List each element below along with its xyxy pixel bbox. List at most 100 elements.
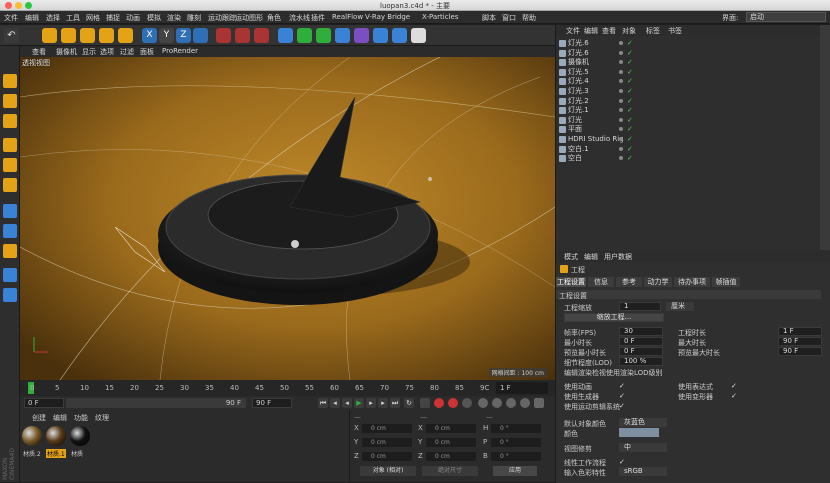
- object-name[interactable]: 灯光.6: [568, 39, 589, 48]
- viewport-menu-4[interactable]: 过滤: [120, 47, 134, 57]
- auto-key-button[interactable]: [448, 398, 458, 408]
- attr-tab-2[interactable]: 参考: [616, 277, 642, 287]
- viewport-menu-2[interactable]: 显示: [82, 47, 96, 57]
- solo-icon[interactable]: [3, 268, 17, 282]
- object-name[interactable]: 平面: [568, 125, 582, 134]
- visibility-dot[interactable]: [619, 98, 623, 103]
- attr-menu-0[interactable]: 模式: [564, 252, 578, 262]
- viewport-menu-1[interactable]: 摄像机: [56, 47, 77, 57]
- render-region-icon[interactable]: [216, 28, 231, 43]
- enabled-check[interactable]: ✓: [627, 155, 633, 162]
- object-name[interactable]: 灯光.5: [568, 68, 589, 77]
- menu-6[interactable]: 动画: [126, 13, 140, 23]
- attr-menu-1[interactable]: 编辑: [584, 252, 598, 262]
- rotate-tool-icon[interactable]: [99, 28, 114, 43]
- keyframe-select-icon[interactable]: [420, 398, 430, 408]
- menu-12[interactable]: 角色: [267, 13, 281, 23]
- field-value[interactable]: 30: [619, 327, 663, 336]
- project-scale-unit[interactable]: 厘米: [666, 302, 694, 311]
- color-swatch[interactable]: [619, 428, 659, 437]
- object-menu-4[interactable]: 标签: [646, 26, 660, 36]
- pos-z-field[interactable]: 0 cm: [362, 452, 412, 461]
- material-name[interactable]: 材质.2: [22, 449, 42, 458]
- attr-menu-2[interactable]: 用户数据: [604, 252, 632, 262]
- visibility-dot[interactable]: [619, 137, 623, 141]
- axis-lock-icon[interactable]: [3, 244, 17, 258]
- object-name[interactable]: 灯光: [568, 116, 582, 125]
- project-scale-field[interactable]: 1: [619, 302, 661, 311]
- object-menu-3[interactable]: 对象: [622, 26, 636, 36]
- attr-tab-3[interactable]: 动力学: [644, 277, 672, 287]
- object-row[interactable]: 空白 ✓: [556, 154, 830, 164]
- floor-icon[interactable]: [373, 28, 388, 43]
- visibility-dot[interactable]: [619, 69, 623, 74]
- current-frame-field[interactable]: 1 F: [496, 382, 548, 394]
- parameter-key-icon[interactable]: [520, 398, 530, 408]
- material-ball[interactable]: [70, 426, 90, 446]
- menu-11[interactable]: 运动图形: [235, 13, 263, 23]
- field-value[interactable]: 100 %: [619, 357, 663, 366]
- checkbox[interactable]: ✓: [619, 402, 625, 410]
- viewport-menu-3[interactable]: 选项: [100, 47, 114, 57]
- material-name[interactable]: 材质: [70, 449, 84, 458]
- viewport-menu-5[interactable]: 面板: [140, 47, 154, 57]
- object-name[interactable]: 灯光.6: [568, 49, 589, 58]
- object-name[interactable]: 灯光.4: [568, 77, 589, 86]
- menu-1[interactable]: 编辑: [25, 13, 39, 23]
- visibility-dot[interactable]: [619, 156, 623, 161]
- size-mode-select[interactable]: 绝对尺寸: [422, 466, 478, 476]
- object-row[interactable]: 摄像机 ✓: [556, 58, 830, 68]
- menu-17[interactable]: X-Particles: [422, 13, 458, 21]
- enabled-check[interactable]: ✓: [627, 49, 633, 57]
- object-name[interactable]: 灯光.3: [568, 87, 589, 96]
- field-value[interactable]: 90 F: [778, 337, 822, 346]
- enabled-check[interactable]: ✓: [627, 136, 633, 143]
- field-value[interactable]: 0 F: [619, 337, 663, 346]
- scale-key-icon[interactable]: [492, 398, 502, 408]
- visibility-dot[interactable]: [619, 146, 623, 151]
- scale-tool-icon[interactable]: [80, 28, 95, 43]
- pos-y-field[interactable]: 0 cm: [362, 438, 412, 447]
- snap-icon[interactable]: [3, 224, 17, 238]
- pla-key-icon[interactable]: [534, 398, 544, 408]
- object-menu-1[interactable]: 编辑: [584, 26, 598, 36]
- next-frame-button[interactable]: ▸: [366, 398, 376, 408]
- viewport-menu-0[interactable]: 查看: [32, 47, 46, 57]
- object-name[interactable]: 摄像机: [568, 58, 589, 67]
- object-menu-2[interactable]: 查看: [602, 26, 616, 36]
- edges-mode-icon[interactable]: [3, 158, 17, 172]
- layer-icon[interactable]: [3, 288, 17, 302]
- rotation-key-icon[interactable]: [506, 398, 516, 408]
- visibility-dot[interactable]: [619, 50, 623, 55]
- render-picture-viewer-icon[interactable]: [254, 28, 269, 43]
- select-tool-icon[interactable]: [42, 28, 57, 43]
- object-name[interactable]: 灯光.1: [568, 106, 589, 115]
- recent-tool-icon[interactable]: [118, 28, 133, 43]
- play-button[interactable]: ▶: [354, 398, 364, 408]
- texture-mode-icon[interactable]: [3, 94, 17, 108]
- timeline[interactable]: 1 F 0 5 10 15 20 25 30 35 40 45 50 55 60 65 70 75 80 85 9C: [20, 380, 555, 396]
- enabled-check[interactable]: ✓: [627, 107, 633, 114]
- rot-h-field[interactable]: 0 °: [491, 424, 541, 433]
- pen-spline-icon[interactable]: [297, 28, 312, 43]
- loop-button[interactable]: ↻: [404, 398, 414, 408]
- enabled-check[interactable]: ✓: [627, 59, 633, 66]
- object-row[interactable]: 灯光.6 ✓: [556, 49, 830, 59]
- object-menu-0[interactable]: 文件: [566, 26, 580, 36]
- points-mode-icon[interactable]: [3, 138, 17, 152]
- enabled-check[interactable]: ✓: [627, 116, 633, 124]
- menu-5[interactable]: 捕捉: [106, 13, 120, 23]
- object-name[interactable]: 灯光.2: [568, 97, 589, 106]
- polygons-mode-icon[interactable]: [3, 178, 17, 192]
- prev-key-button[interactable]: ◂: [330, 398, 340, 408]
- checkbox[interactable]: ✓: [619, 382, 625, 390]
- undo-icon[interactable]: ↶: [4, 28, 19, 43]
- menu-4[interactable]: 网格: [86, 13, 100, 23]
- size-y-field[interactable]: 0 cm: [426, 438, 476, 447]
- cube-icon[interactable]: [278, 28, 293, 43]
- attr-tab-4[interactable]: 待办事项: [674, 277, 710, 287]
- enabled-check[interactable]: ✓: [627, 126, 633, 133]
- object-row[interactable]: 灯光.3 ✓: [556, 87, 830, 97]
- deformer-icon[interactable]: [354, 28, 369, 43]
- object-row[interactable]: 空白.1 ✓: [556, 145, 830, 155]
